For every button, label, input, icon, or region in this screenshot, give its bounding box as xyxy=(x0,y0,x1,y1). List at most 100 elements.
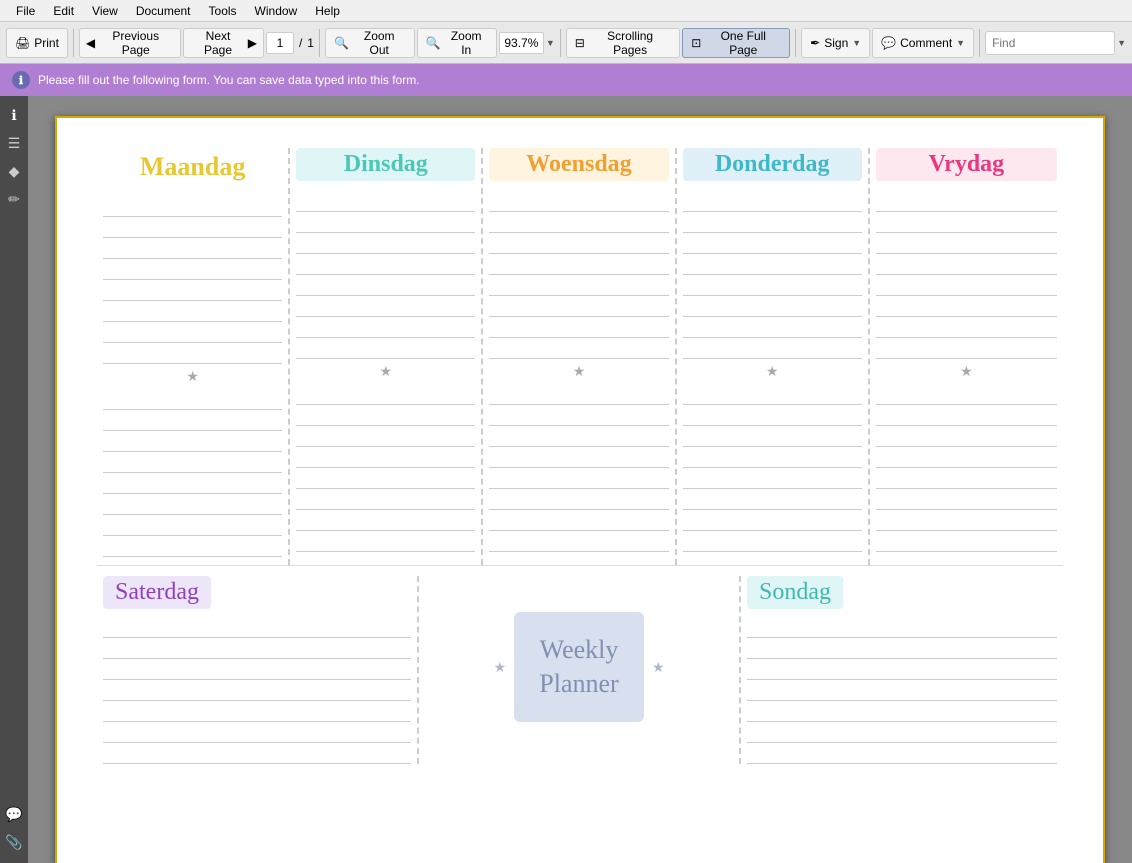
sidebar-icon-attach[interactable]: 📎 xyxy=(3,831,25,853)
line xyxy=(876,384,1057,405)
vrydag-star: ★ xyxy=(876,359,1057,384)
line xyxy=(489,489,668,510)
line xyxy=(296,405,475,426)
line xyxy=(683,317,862,338)
donderdag-lines-top xyxy=(683,191,862,359)
next-page-label: Next Page xyxy=(190,29,245,57)
next-page-button[interactable]: Next Page ▶ xyxy=(183,28,264,58)
line xyxy=(489,254,668,275)
vrydag-lines-top xyxy=(876,191,1057,359)
menu-document[interactable]: Document xyxy=(128,2,199,20)
woensdag-star: ★ xyxy=(489,359,668,384)
sign-button[interactable]: ✒ Sign ▼ xyxy=(801,28,870,58)
info-icon: ℹ xyxy=(12,71,30,89)
line xyxy=(489,296,668,317)
menu-tools[interactable]: Tools xyxy=(201,2,245,20)
line xyxy=(103,280,282,301)
page-number-input[interactable] xyxy=(266,32,294,54)
sign-label: Sign xyxy=(824,36,848,50)
line xyxy=(103,259,282,280)
print-icon: 🖨 xyxy=(15,36,30,50)
line xyxy=(683,275,862,296)
zoom-out-label: Zoom Out xyxy=(353,29,406,57)
line xyxy=(103,701,411,722)
line xyxy=(489,405,668,426)
line xyxy=(103,452,282,473)
line xyxy=(683,405,862,426)
vrydag-lines-bottom xyxy=(876,384,1057,552)
line xyxy=(876,233,1057,254)
saterdag-header: Saterdag xyxy=(103,576,211,609)
zoom-in-button[interactable]: 🔍 Zoom In xyxy=(417,28,497,58)
line xyxy=(103,617,411,638)
saterdag-column: Saterdag xyxy=(97,576,419,764)
woensdag-header: Woensdag xyxy=(489,148,668,181)
line xyxy=(103,536,282,557)
line xyxy=(103,722,411,743)
prev-arrow-icon: ◀ xyxy=(86,36,95,50)
prev-page-button[interactable]: ◀ Previous Page xyxy=(79,28,181,58)
prev-page-label: Previous Page xyxy=(97,29,174,57)
donderdag-star: ★ xyxy=(683,359,862,384)
sidebar-icon-comment[interactable]: 💬 xyxy=(3,803,25,825)
woensdag-column: Woensdag ★ xyxy=(483,148,676,565)
menu-view[interactable]: View xyxy=(84,2,126,20)
line xyxy=(296,510,475,531)
separator-2 xyxy=(319,29,320,57)
planner-star-left: ★ xyxy=(493,659,506,676)
line xyxy=(296,384,475,405)
saterdag-lines xyxy=(103,617,411,764)
zoom-out-button[interactable]: 🔍 Zoom Out xyxy=(325,28,415,58)
line xyxy=(876,405,1057,426)
line xyxy=(103,659,411,680)
sidebar-icon-layers[interactable]: ◆ xyxy=(3,160,25,182)
line xyxy=(876,489,1057,510)
line xyxy=(489,531,668,552)
line xyxy=(876,447,1057,468)
sidebar-icon-info[interactable]: ℹ xyxy=(3,104,25,126)
menu-window[interactable]: Window xyxy=(247,2,306,20)
donderdag-lines-bottom xyxy=(683,384,862,552)
line xyxy=(489,468,668,489)
line xyxy=(876,468,1057,489)
dinsdag-star: ★ xyxy=(296,359,475,384)
print-button[interactable]: 🖨 Print xyxy=(6,28,68,58)
page-total: 1 xyxy=(307,36,314,50)
menu-help[interactable]: Help xyxy=(307,2,348,20)
line xyxy=(876,254,1057,275)
main-content[interactable]: Maandag ★ xyxy=(28,96,1132,863)
sidebar-icon-pages[interactable]: ☰ xyxy=(3,132,25,154)
scrolling-pages-button[interactable]: ⊟ Scrolling Pages xyxy=(566,28,681,58)
line xyxy=(489,384,668,405)
page-separator: / xyxy=(296,36,305,50)
find-dropdown-arrow: ▼ xyxy=(1117,38,1126,48)
zoom-in-icon: 🔍 xyxy=(426,36,441,50)
menu-edit[interactable]: Edit xyxy=(45,2,82,20)
line xyxy=(876,296,1057,317)
line xyxy=(876,191,1057,212)
line xyxy=(747,659,1057,680)
sondag-lines xyxy=(747,617,1057,764)
line xyxy=(103,238,282,259)
line xyxy=(103,494,282,515)
donderdag-header: Donderdag xyxy=(683,148,862,181)
sidebar-icon-edit[interactable]: ✏ xyxy=(3,188,25,210)
line xyxy=(296,233,475,254)
line xyxy=(683,426,862,447)
comment-button[interactable]: 💬 Comment ▼ xyxy=(872,28,974,58)
line xyxy=(489,212,668,233)
line xyxy=(747,743,1057,764)
find-input[interactable] xyxy=(985,31,1115,55)
separator-4 xyxy=(795,29,796,57)
maandag-star: ★ xyxy=(103,364,282,389)
one-full-page-button[interactable]: ⊡ One Full Page xyxy=(682,28,790,58)
sidebar: ℹ ☰ ◆ ✏ 💬 📎 xyxy=(0,96,28,863)
menu-file[interactable]: File xyxy=(8,2,43,20)
line xyxy=(103,638,411,659)
line xyxy=(296,426,475,447)
zoom-value-input[interactable] xyxy=(499,32,544,54)
line xyxy=(747,680,1057,701)
line xyxy=(103,680,411,701)
line xyxy=(876,212,1057,233)
scrolling-pages-icon: ⊟ xyxy=(575,36,585,50)
